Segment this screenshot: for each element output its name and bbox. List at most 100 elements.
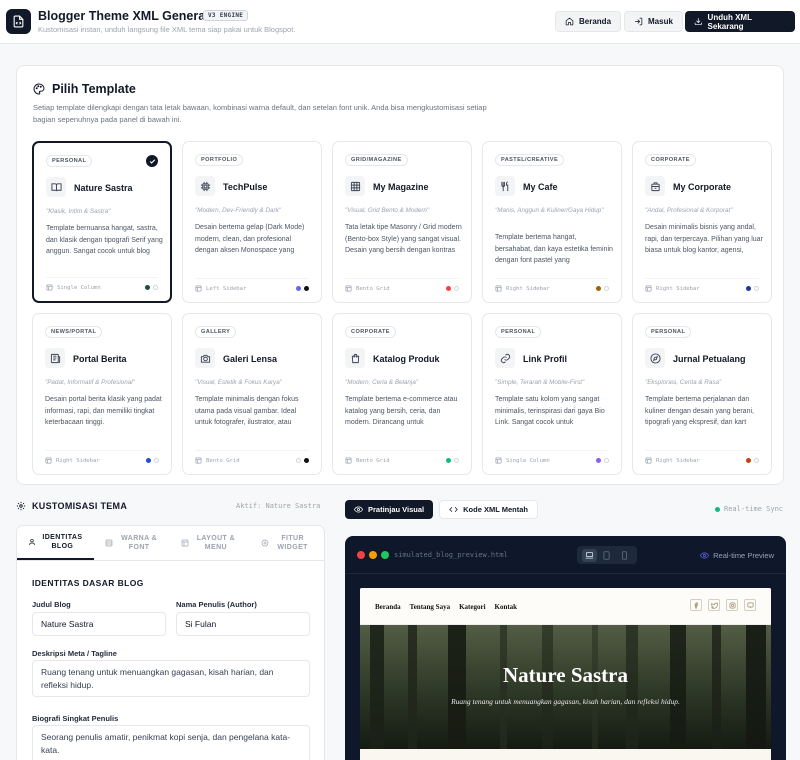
template-card[interactable]: GRID/MAGAZINE My Magazine "Visual, Grid Be… — [332, 141, 472, 303]
color-swatch — [604, 286, 609, 291]
download-icon — [694, 18, 702, 26]
template-footer: Right Sidebar — [645, 450, 759, 464]
sync-dot — [715, 506, 720, 512]
bio-label: Biografi Singkat Penulis — [32, 714, 119, 723]
home-button[interactable]: Beranda — [555, 11, 622, 32]
template-name: Portal Berita — [73, 354, 127, 364]
widget-icon — [261, 539, 268, 547]
cpu-icon — [195, 176, 215, 196]
login-button-label: Masuk — [648, 17, 673, 26]
layout-icon — [195, 457, 202, 464]
bio-textarea[interactable]: Seorang penulis amatir, penikmat kopi se… — [32, 725, 310, 760]
template-card[interactable]: CORPORATE Katalog Produk "Modern, Ceria & … — [332, 313, 472, 475]
instagram-icon[interactable] — [726, 599, 738, 611]
layout-label: Right Sidebar — [56, 457, 100, 464]
color-swatch — [454, 286, 459, 291]
author-input[interactable]: Si Fulan — [176, 612, 310, 636]
app-subtitle: Kustomisasi instan, unduh langsung file … — [38, 25, 296, 34]
layout-label: Left Sidebar — [206, 285, 247, 292]
layout-type: Right Sidebar — [645, 457, 700, 464]
blog-nav-contact[interactable]: Kontak — [495, 603, 518, 611]
tablet-view-button[interactable] — [599, 549, 614, 562]
customize-panel: IDENTITAS BLOG WARNA & FONT LAYOUT & MEN… — [16, 525, 325, 760]
layout-type: Bento Grid — [345, 285, 390, 292]
layout-label: Single Column — [506, 457, 550, 464]
facebook-icon[interactable] — [690, 599, 702, 611]
template-footer: Right Sidebar — [495, 278, 609, 292]
selected-check-icon — [146, 155, 158, 167]
minimize-dot — [369, 551, 377, 559]
app-title: Blogger Theme XML Generator — [38, 9, 222, 23]
tab-fitur-widget[interactable]: FITUR WIDGET — [247, 526, 324, 560]
grid-icon — [345, 176, 365, 196]
tab-layout-menu[interactable]: LAYOUT & MENU — [171, 526, 248, 560]
template-description: Desain minimalis bisnis yang andal, rapi… — [645, 224, 763, 254]
template-card[interactable]: PERSONAL Link Profil "Simple, Terarah & Mo… — [482, 313, 622, 475]
color-swatch — [154, 458, 159, 463]
layout-icon — [495, 457, 502, 464]
template-tagline: "Simple, Terarah & Mobile-First" — [495, 379, 585, 386]
color-swatch — [596, 458, 601, 463]
template-description: Template satu kolom yang sangat minimali… — [495, 396, 605, 426]
layout-icon — [495, 285, 502, 292]
blog-nav-category[interactable]: Kategori — [459, 603, 485, 611]
layout-label: Bento Grid — [206, 457, 240, 464]
template-card[interactable]: PASTEL/CREATIVE My Cafe "Manis, Anggun & K… — [482, 141, 622, 303]
template-name: Link Profil — [523, 354, 568, 364]
browser-toolbar: simulated_blog_preview.html Real-time Pr… — [345, 536, 786, 574]
template-card[interactable]: PORTFOLIO TechPulse "Modern, Dev-Friendly … — [182, 141, 322, 303]
hero-title: Nature Sastra — [502, 663, 628, 687]
template-section-title: Pilih Template — [33, 82, 136, 96]
layout-type: Left Sidebar — [195, 285, 246, 292]
tab-identitas-blog[interactable]: IDENTITAS BLOG — [17, 526, 94, 560]
color-swatches — [145, 285, 158, 290]
home-icon — [565, 17, 574, 26]
tab-label: FITUR WIDGET — [277, 535, 308, 551]
pinterest-icon[interactable] — [744, 599, 756, 611]
template-tagline: "Visual, Grid Bento & Modern" — [345, 207, 430, 214]
template-tagline: "Modern, Dev-Friendly & Dark" — [195, 207, 282, 214]
blog-title-input[interactable]: Nature Sastra — [32, 612, 166, 636]
template-card[interactable]: NEWS/PORTAL Portal Berita "Padat, Informat… — [32, 313, 172, 475]
blog-content-area — [360, 749, 771, 760]
template-footer: Left Sidebar — [195, 278, 309, 292]
template-card[interactable]: PERSONAL Jurnal Petualang "Eksplorasi, Cer… — [632, 313, 772, 475]
template-card[interactable]: CORPORATE My Corporate "Andal, Profesional… — [632, 141, 772, 303]
color-swatches — [446, 286, 459, 291]
layout-icon — [345, 285, 352, 292]
engine-badge: V3 ENGINE — [203, 10, 249, 21]
camera-icon — [195, 348, 215, 368]
layout-label: Single Column — [57, 284, 101, 291]
template-footer: Right Sidebar — [645, 278, 759, 292]
template-description: Template bertema e-commerce atau katalog… — [345, 396, 458, 426]
visual-preview-tab[interactable]: Pratinjau Visual — [345, 500, 434, 519]
template-card[interactable]: PERSONAL Nature Sastra "Klasik, Intim & Sa… — [32, 141, 172, 303]
code-tab-label: Kode XML Mentah — [463, 505, 529, 514]
layout-icon — [181, 539, 189, 547]
meta-description-textarea[interactable]: Ruang tenang untuk menuangkan gagasan, k… — [32, 660, 310, 697]
download-xml-button[interactable]: Unduh XML Sekarang — [685, 11, 795, 32]
twitter-icon[interactable] — [708, 599, 720, 611]
template-footer: Bento Grid — [195, 450, 309, 464]
template-name: My Magazine — [373, 182, 429, 192]
preview-filename: simulated_blog_preview.html — [394, 551, 508, 559]
compass-icon — [645, 348, 665, 368]
desktop-view-button[interactable] — [582, 548, 598, 562]
blog-nav-home[interactable]: Beranda — [375, 603, 401, 611]
palette-icon — [33, 83, 45, 95]
layout-label: Right Sidebar — [656, 457, 700, 464]
tab-warna-font[interactable]: WARNA & FONT — [94, 526, 171, 560]
template-tagline: "Padat, Informatif & Profesional" — [45, 379, 135, 386]
mobile-view-button[interactable] — [617, 549, 632, 562]
color-swatch — [454, 458, 459, 463]
tab-label: IDENTITAS BLOG — [42, 534, 83, 550]
template-card[interactable]: GALLERY Galeri Lensa "Visual, Estetik & Fo… — [182, 313, 322, 475]
color-swatch — [296, 458, 301, 463]
realtime-preview-text: Real-time Preview — [713, 551, 774, 560]
category-badge: PASTEL/CREATIVE — [495, 154, 565, 166]
raw-xml-tab[interactable]: Kode XML Mentah — [439, 500, 539, 519]
template-tagline: "Eksplorasi, Cerita & Rasa" — [645, 379, 722, 386]
template-description: Template bertema perjalanan dan kuliner … — [645, 396, 754, 426]
blog-nav-about[interactable]: Tentang Saya — [410, 603, 450, 611]
login-button[interactable]: Masuk — [624, 11, 683, 32]
